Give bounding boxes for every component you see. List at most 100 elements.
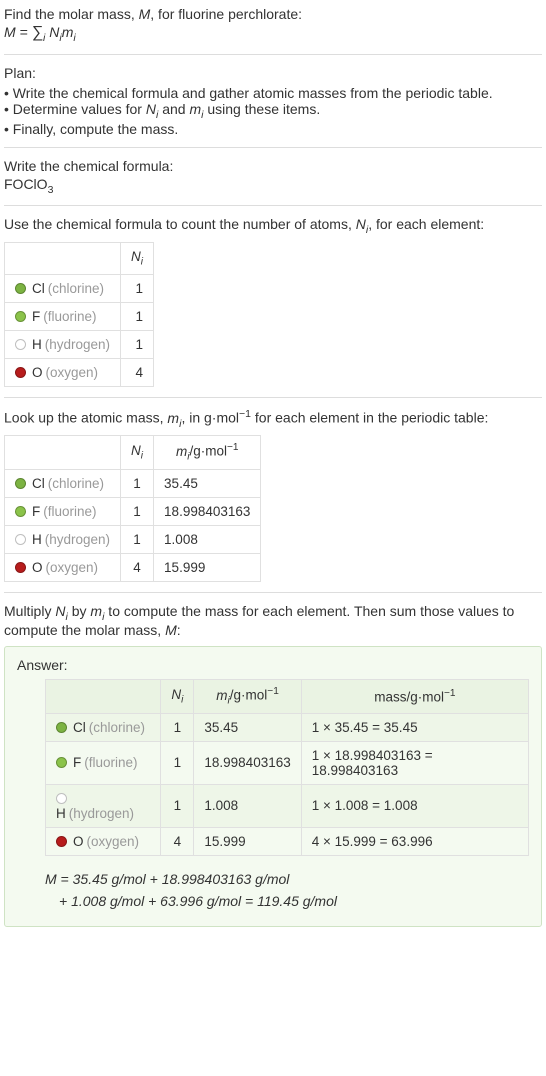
multiply-heading: Multiply Ni by mi to compute the mass fo… <box>4 603 542 639</box>
element-swatch <box>15 367 26 378</box>
mass-cell: 1 × 35.45 = 35.45 <box>301 713 528 741</box>
table-row: Cl(chlorine) 1 <box>5 274 154 302</box>
divider <box>4 592 542 593</box>
table-header-row: Ni <box>5 243 154 275</box>
n-cell: 1 <box>121 525 154 553</box>
intro-section: Find the molar mass, M, for fluorine per… <box>4 6 542 44</box>
divider <box>4 397 542 398</box>
table-row: H(hydrogen) 1 1.008 1 × 1.008 = 1.008 <box>46 784 529 827</box>
chem-formula-section: Write the chemical formula: FOClO3 <box>4 158 542 196</box>
count-table: Ni Cl(chlorine) 1 F(fluorine) 1 H(hydrog… <box>4 242 154 387</box>
m-cell: 15.999 <box>154 553 261 581</box>
element-swatch <box>15 283 26 294</box>
answer-title: Answer: <box>17 657 529 673</box>
n-header: Ni <box>121 243 154 275</box>
table-row: F(fluorine) 1 <box>5 302 154 330</box>
m-header: mi/g·mol−1 <box>194 680 301 713</box>
element-cell: Cl(chlorine) <box>46 713 161 741</box>
m-cell: 15.999 <box>194 827 301 855</box>
n-cell: 4 <box>121 553 154 581</box>
plan-item: • Determine values for Ni and mi using t… <box>4 101 542 121</box>
table-row: H(hydrogen) 1 <box>5 330 154 358</box>
intro-line: Find the molar mass, M, for fluorine per… <box>4 6 542 22</box>
element-cell: O(oxygen) <box>5 358 121 386</box>
multiply-section: Multiply Ni by mi to compute the mass fo… <box>4 603 542 639</box>
element-cell: O(oxygen) <box>5 553 121 581</box>
blank-header <box>5 243 121 275</box>
element-swatch <box>56 757 67 768</box>
element-swatch <box>15 506 26 517</box>
n-cell: 1 <box>121 302 154 330</box>
element-swatch <box>15 534 26 545</box>
n-cell: 1 <box>161 713 194 741</box>
answer-box: Answer: Ni mi/g·mol−1 mass/g·mol−1 Cl(ch… <box>4 646 542 927</box>
n-cell: 1 <box>121 497 154 525</box>
n-cell: 1 <box>161 741 194 784</box>
final-line-2: + 1.008 g/mol + 63.996 g/mol = 119.45 g/… <box>59 890 529 912</box>
element-swatch <box>56 836 67 847</box>
element-swatch <box>15 478 26 489</box>
table-row: H(hydrogen) 1 1.008 <box>5 525 261 553</box>
m-cell: 1.008 <box>154 525 261 553</box>
n-cell: 4 <box>161 827 194 855</box>
table-header-row: Ni mi/g·mol−1 mass/g·mol−1 <box>46 680 529 713</box>
n-header: Ni <box>161 680 194 713</box>
mass-cell: 1 × 1.008 = 1.008 <box>301 784 528 827</box>
element-swatch <box>15 311 26 322</box>
intro-formula: M = ∑i Nimi <box>4 24 542 44</box>
table-row: Cl(chlorine) 1 35.45 <box>5 469 261 497</box>
table-header-row: Ni mi/g·mol−1 <box>5 436 261 469</box>
mass-cell: 4 × 15.999 = 63.996 <box>301 827 528 855</box>
n-cell: 1 <box>121 469 154 497</box>
plan-item: • Finally, compute the mass. <box>4 121 542 137</box>
mass-heading: Look up the atomic mass, mi, in g·mol−1 … <box>4 408 542 429</box>
element-swatch <box>56 793 67 804</box>
table-row: F(fluorine) 1 18.998403163 1 × 18.998403… <box>46 741 529 784</box>
m-cell: 18.998403163 <box>154 497 261 525</box>
blank-header <box>46 680 161 713</box>
n-header: Ni <box>121 436 154 469</box>
plan-heading: Plan: <box>4 65 542 81</box>
element-cell: F(fluorine) <box>46 741 161 784</box>
element-cell: H(hydrogen) <box>5 330 121 358</box>
count-section: Use the chemical formula to count the nu… <box>4 216 542 386</box>
element-cell: O(oxygen) <box>46 827 161 855</box>
mass-header: mass/g·mol−1 <box>301 680 528 713</box>
count-heading: Use the chemical formula to count the nu… <box>4 216 542 236</box>
element-swatch <box>15 339 26 350</box>
chem-formula: FOClO3 <box>4 176 542 196</box>
n-cell: 1 <box>121 330 154 358</box>
element-cell: Cl(chlorine) <box>5 274 121 302</box>
blank-header <box>5 436 121 469</box>
chem-formula-heading: Write the chemical formula: <box>4 158 542 174</box>
mass-section: Look up the atomic mass, mi, in g·mol−1 … <box>4 408 542 582</box>
mass-cell: 1 × 18.998403163 = 18.998403163 <box>301 741 528 784</box>
element-cell: Cl(chlorine) <box>5 469 121 497</box>
divider <box>4 205 542 206</box>
plan-section: Plan: • Write the chemical formula and g… <box>4 65 542 137</box>
m-cell: 35.45 <box>154 469 261 497</box>
n-cell: 4 <box>121 358 154 386</box>
plan-list: • Write the chemical formula and gather … <box>4 85 542 137</box>
element-swatch <box>56 722 67 733</box>
element-cell: H(hydrogen) <box>46 784 161 827</box>
final-line-1: M = 35.45 g/mol + 18.998403163 g/mol <box>45 868 529 890</box>
m-cell: 18.998403163 <box>194 741 301 784</box>
divider <box>4 54 542 55</box>
element-cell: F(fluorine) <box>5 497 121 525</box>
m-header: mi/g·mol−1 <box>154 436 261 469</box>
plan-item: • Write the chemical formula and gather … <box>4 85 542 101</box>
table-row: O(oxygen) 4 15.999 <box>5 553 261 581</box>
n-cell: 1 <box>121 274 154 302</box>
table-row: O(oxygen) 4 <box>5 358 154 386</box>
mass-table: Ni mi/g·mol−1 Cl(chlorine) 1 35.45 F(flu… <box>4 435 261 581</box>
element-cell: H(hydrogen) <box>5 525 121 553</box>
answer-table: Ni mi/g·mol−1 mass/g·mol−1 Cl(chlorine) … <box>45 679 529 855</box>
divider <box>4 147 542 148</box>
table-row: Cl(chlorine) 1 35.45 1 × 35.45 = 35.45 <box>46 713 529 741</box>
table-row: O(oxygen) 4 15.999 4 × 15.999 = 63.996 <box>46 827 529 855</box>
table-row: F(fluorine) 1 18.998403163 <box>5 497 261 525</box>
m-cell: 35.45 <box>194 713 301 741</box>
n-cell: 1 <box>161 784 194 827</box>
element-swatch <box>15 562 26 573</box>
